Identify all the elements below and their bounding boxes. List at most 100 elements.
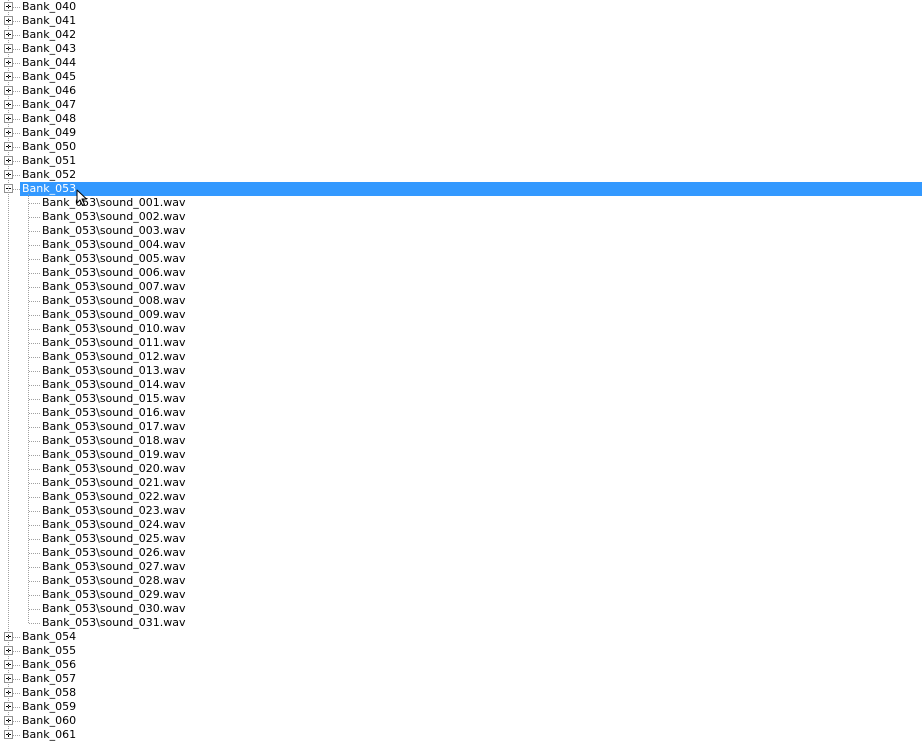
tree-node-label: Bank_053\sound_005.wav [42, 252, 186, 265]
tree-node-bank[interactable]: Bank_053 [0, 182, 922, 196]
tree-node-file[interactable]: Bank_053\sound_008.wav [0, 294, 922, 308]
tree-connector-line [29, 245, 40, 246]
tree-node-label: Bank_053\sound_019.wav [42, 448, 186, 461]
tree-node-bank[interactable]: Bank_049 [0, 126, 922, 140]
tree-node-bank[interactable]: Bank_043 [0, 42, 922, 56]
tree-node-file[interactable]: Bank_053\sound_003.wav [0, 224, 922, 238]
tree-node-file[interactable]: Bank_053\sound_027.wav [0, 560, 922, 574]
tree-node-bank[interactable]: Bank_046 [0, 84, 922, 98]
tree-node-bank[interactable]: Bank_058 [0, 686, 922, 700]
tree-node-label: Bank_053\sound_030.wav [42, 602, 186, 615]
tree-node-bank[interactable]: Bank_045 [0, 70, 922, 84]
tree-connector-line [13, 133, 20, 134]
bank-tree-view[interactable]: Bank_040 Bank_041 Bank_042 Bank_043 Bank_044… [0, 0, 922, 744]
tree-node-label: Bank_053\sound_014.wav [42, 378, 186, 391]
tree-node-label: Bank_053\sound_002.wav [42, 210, 186, 223]
tree-node-label: Bank_053\sound_009.wav [42, 308, 186, 321]
tree-connector-line [29, 441, 40, 442]
tree-node-label: Bank_053\sound_031.wav [42, 616, 186, 629]
tree-node-file[interactable]: Bank_053\sound_010.wav [0, 322, 922, 336]
tree-node-file[interactable]: Bank_053\sound_025.wav [0, 532, 922, 546]
tree-node-bank[interactable]: Bank_054 [0, 630, 922, 644]
tree-node-label: Bank_053\sound_026.wav [42, 546, 186, 559]
tree-node-bank[interactable]: Bank_055 [0, 644, 922, 658]
tree-node-file[interactable]: Bank_053\sound_022.wav [0, 490, 922, 504]
tree-node-file[interactable]: Bank_053\sound_026.wav [0, 546, 922, 560]
tree-node-label: Bank_053\sound_028.wav [42, 574, 186, 587]
tree-node-file[interactable]: Bank_053\sound_017.wav [0, 420, 922, 434]
tree-node-file[interactable]: Bank_053\sound_029.wav [0, 588, 922, 602]
tree-connector-line [13, 189, 20, 190]
tree-node-label: Bank_048 [22, 112, 77, 125]
tree-node-bank[interactable]: Bank_056 [0, 658, 922, 672]
tree-node-bank[interactable]: Bank_047 [0, 98, 922, 112]
tree-node-file[interactable]: Bank_053\sound_016.wav [0, 406, 922, 420]
tree-node-file[interactable]: Bank_053\sound_031.wav [0, 616, 922, 630]
tree-node-bank[interactable]: Bank_052 [0, 168, 922, 182]
tree-node-bank[interactable]: Bank_061 [0, 728, 922, 742]
tree-node-file[interactable]: Bank_053\sound_005.wav [0, 252, 922, 266]
tree-connector-line [29, 343, 40, 344]
tree-node-file[interactable]: Bank_053\sound_001.wav [0, 196, 922, 210]
tree-node-file[interactable]: Bank_053\sound_019.wav [0, 448, 922, 462]
tree-node-label: Bank_053\sound_020.wav [42, 462, 186, 475]
tree-node-label: Bank_053\sound_004.wav [42, 238, 186, 251]
tree-connector-line [13, 735, 20, 736]
tree-node-bank[interactable]: Bank_060 [0, 714, 922, 728]
tree-node-file[interactable]: Bank_053\sound_011.wav [0, 336, 922, 350]
tree-node-file[interactable]: Bank_053\sound_004.wav [0, 238, 922, 252]
tree-node-file[interactable]: Bank_053\sound_014.wav [0, 378, 922, 392]
tree-connector-line [13, 105, 20, 106]
tree-connector-line [29, 371, 40, 372]
tree-node-bank[interactable]: Bank_051 [0, 154, 922, 168]
tree-connector-line [29, 301, 40, 302]
tree-node-file[interactable]: Bank_053\sound_009.wav [0, 308, 922, 322]
tree-node-file[interactable]: Bank_053\sound_028.wav [0, 574, 922, 588]
tree-node-label: Bank_051 [22, 154, 77, 167]
tree-node-label: Bank_043 [22, 42, 77, 55]
tree-node-file[interactable]: Bank_053\sound_006.wav [0, 266, 922, 280]
tree-node-file[interactable]: Bank_053\sound_012.wav [0, 350, 922, 364]
tree-node-label: Bank_040 [22, 0, 77, 13]
tree-node-label: Bank_053\sound_011.wav [42, 336, 186, 349]
tree-connector-line [13, 63, 20, 64]
tree-node-file[interactable]: Bank_053\sound_021.wav [0, 476, 922, 490]
tree-node-label: Bank_053\sound_013.wav [42, 364, 186, 377]
tree-node-bank[interactable]: Bank_040 [0, 0, 922, 14]
tree-node-file[interactable]: Bank_053\sound_015.wav [0, 392, 922, 406]
tree-connector-line [29, 357, 40, 358]
tree-node-file[interactable]: Bank_053\sound_018.wav [0, 434, 922, 448]
tree-connector-line [13, 651, 20, 652]
tree-node-file[interactable]: Bank_053\sound_023.wav [0, 504, 922, 518]
tree-node-file[interactable]: Bank_053\sound_030.wav [0, 602, 922, 616]
tree-node-label: Bank_060 [22, 714, 77, 727]
tree-connector-line [29, 231, 40, 232]
tree-node-bank[interactable]: Bank_044 [0, 56, 922, 70]
tree-connector-line [13, 77, 20, 78]
tree-connector-line [13, 49, 20, 50]
tree-connector-line [29, 595, 40, 596]
tree-connector-line [29, 553, 40, 554]
tree-node-label: Bank_052 [22, 168, 77, 181]
tree-connector-line [29, 511, 40, 512]
tree-connector-line [13, 665, 20, 666]
tree-node-file[interactable]: Bank_053\sound_002.wav [0, 210, 922, 224]
tree-node-file[interactable]: Bank_053\sound_013.wav [0, 364, 922, 378]
tree-connector-line [29, 455, 40, 456]
tree-node-label: Bank_055 [22, 644, 77, 657]
tree-node-label: Bank_046 [22, 84, 77, 97]
tree-node-file[interactable]: Bank_053\sound_024.wav [0, 518, 922, 532]
tree-node-label: Bank_057 [22, 672, 77, 685]
tree-node-file[interactable]: Bank_053\sound_007.wav [0, 280, 922, 294]
tree-node-bank[interactable]: Bank_042 [0, 28, 922, 42]
tree-node-file[interactable]: Bank_053\sound_020.wav [0, 462, 922, 476]
tree-node-label: Bank_050 [22, 140, 77, 153]
tree-node-bank[interactable]: Bank_059 [0, 700, 922, 714]
tree-node-label: Bank_053\sound_029.wav [42, 588, 186, 601]
tree-node-bank[interactable]: Bank_041 [0, 14, 922, 28]
tree-node-bank[interactable]: Bank_057 [0, 672, 922, 686]
tree-connector-line [13, 91, 20, 92]
tree-node-label: Bank_053 [20, 182, 922, 196]
tree-node-bank[interactable]: Bank_050 [0, 140, 922, 154]
tree-node-bank[interactable]: Bank_048 [0, 112, 922, 126]
